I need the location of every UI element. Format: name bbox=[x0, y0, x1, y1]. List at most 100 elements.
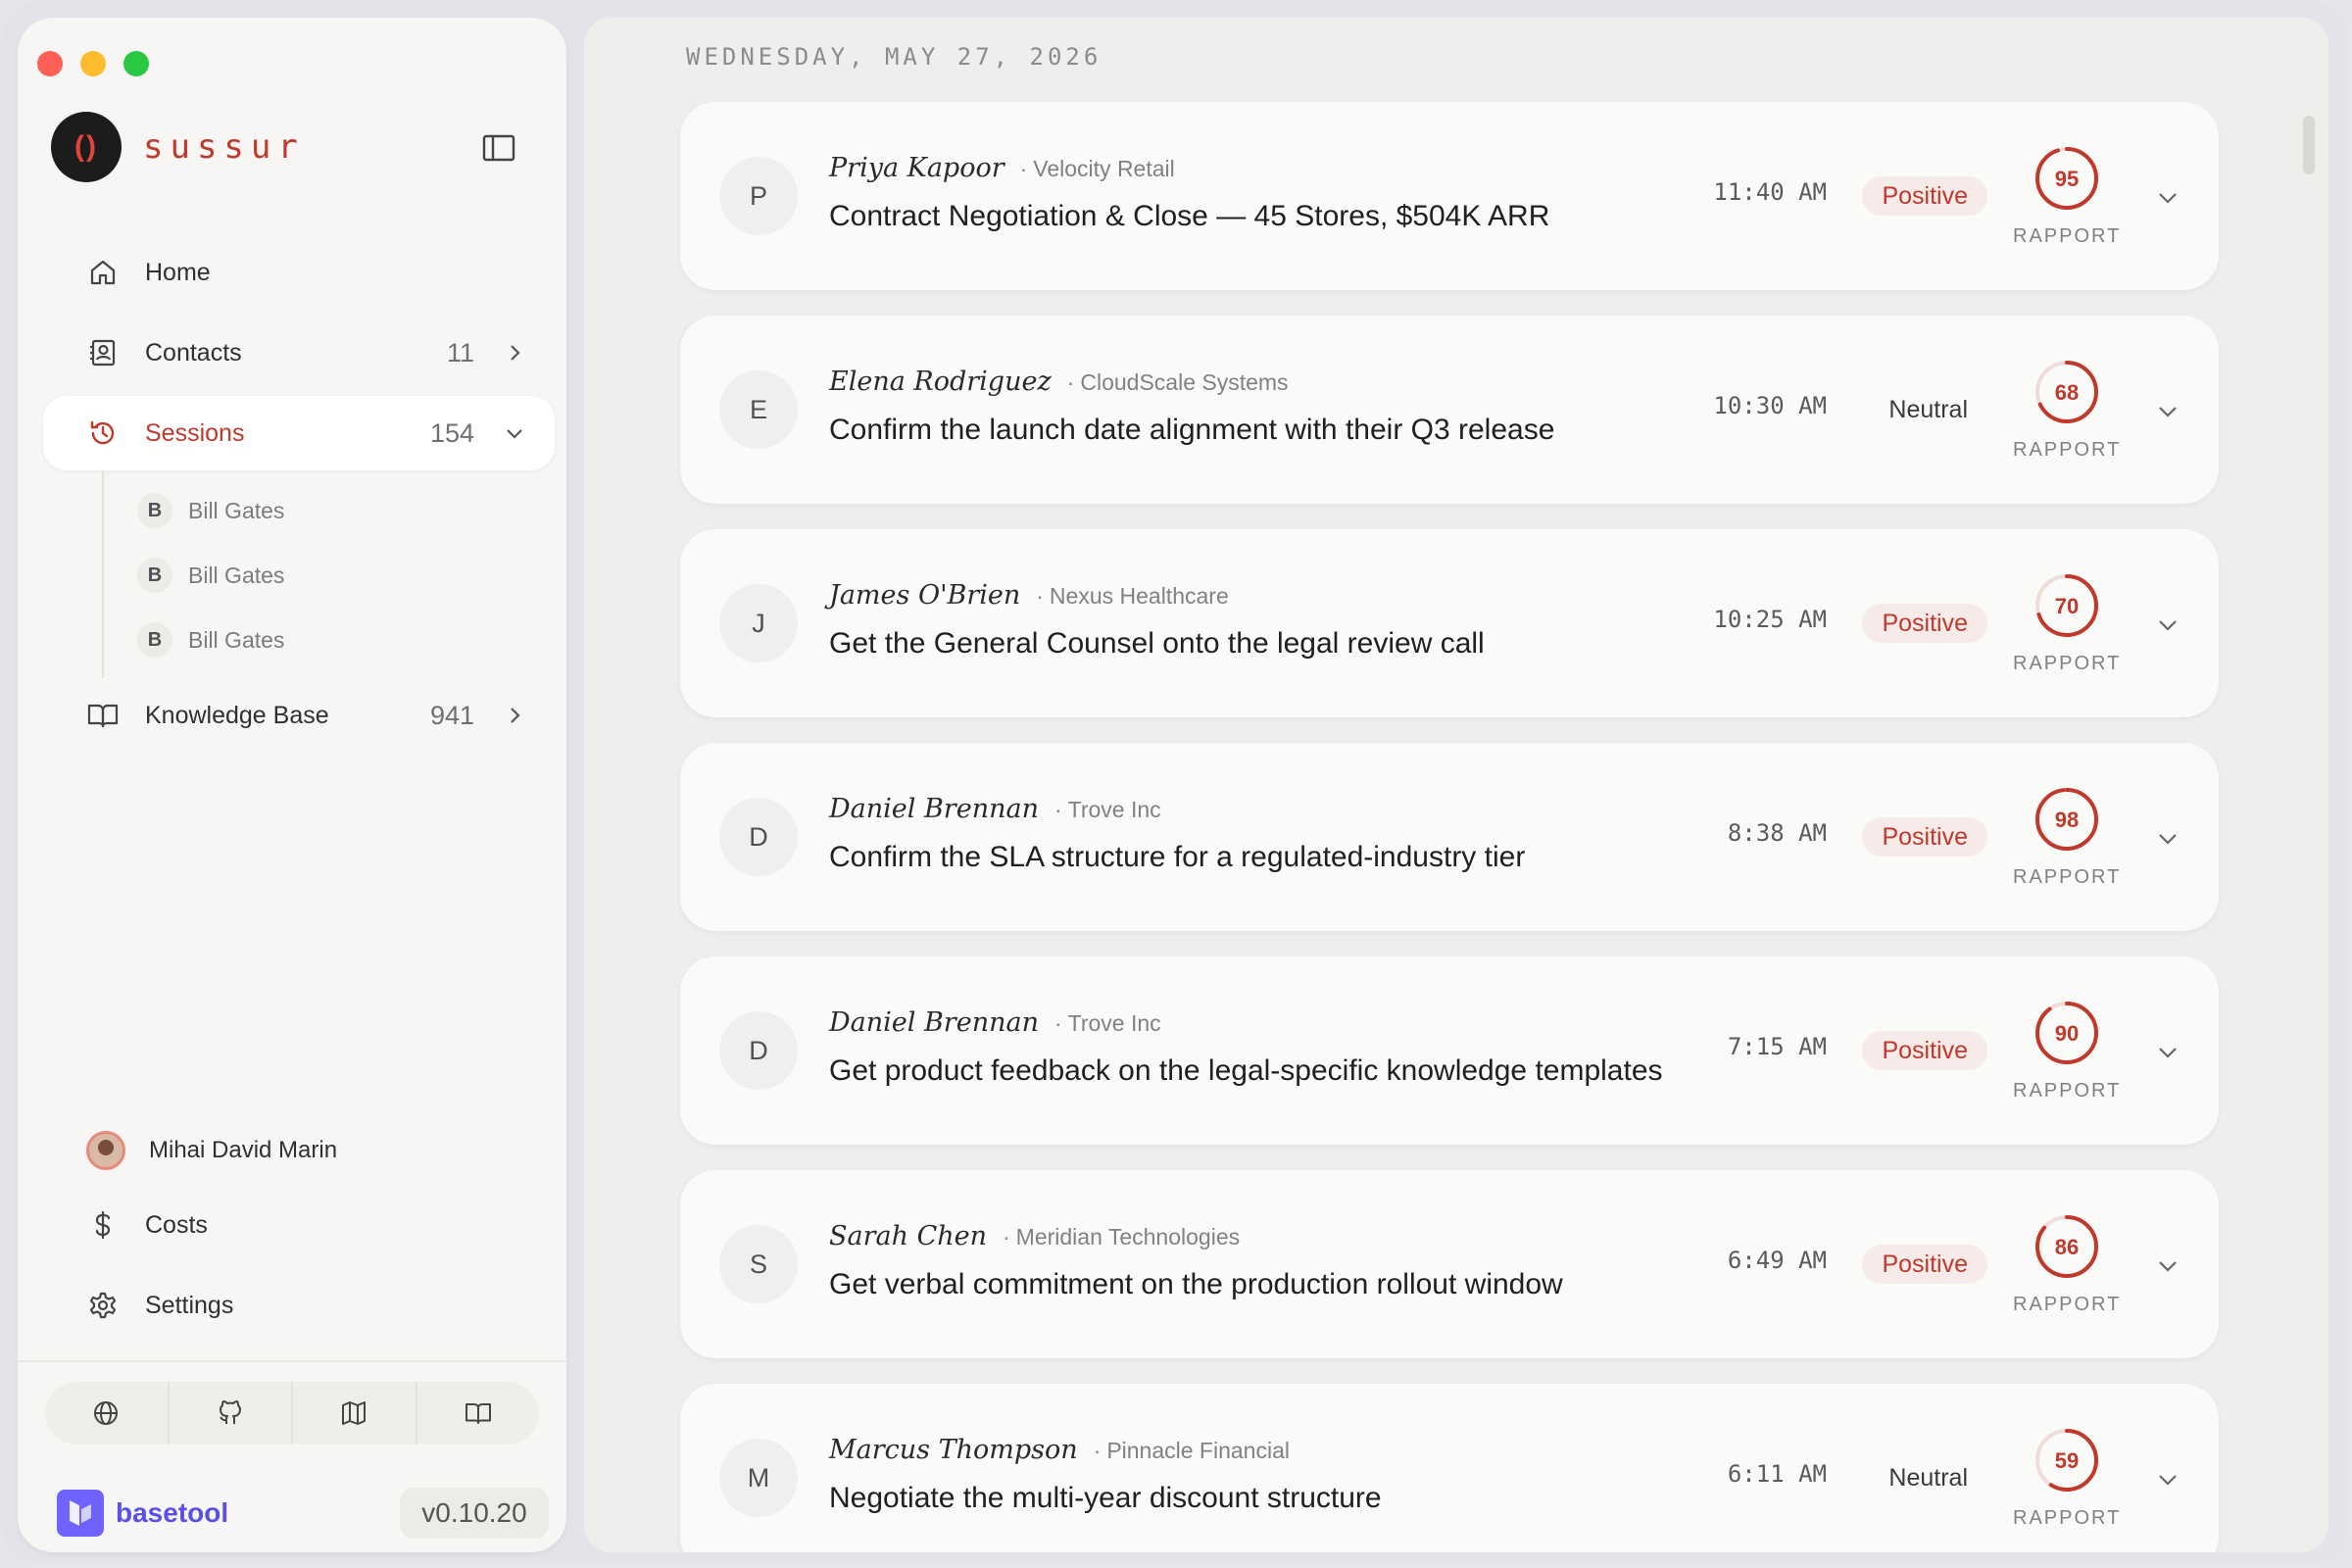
sentiment-badge: Positive bbox=[1862, 817, 1987, 857]
session-card[interactable]: D Daniel Brennan Trove Inc Confirm the S… bbox=[680, 743, 2219, 931]
contact-initial: D bbox=[719, 1011, 798, 1090]
app-name: sussur bbox=[143, 127, 305, 167]
chevron-down-icon[interactable] bbox=[2156, 1254, 2180, 1278]
contact-initial: D bbox=[719, 798, 798, 876]
github-button[interactable] bbox=[170, 1382, 293, 1445]
maximize-window-button[interactable] bbox=[123, 51, 149, 76]
rapport-value: 95 bbox=[2055, 167, 2079, 191]
nav-item-home[interactable]: Home bbox=[43, 235, 555, 310]
vendor-brand[interactable]: basetool bbox=[57, 1490, 228, 1537]
sub-item-initial: B bbox=[137, 622, 172, 658]
chevron-down-icon[interactable] bbox=[2156, 613, 2180, 637]
rapport-ring: 98 bbox=[2035, 788, 2098, 851]
nav-item-contacts[interactable]: Contacts 11 bbox=[43, 316, 555, 390]
contacts-icon bbox=[86, 336, 120, 369]
session-card[interactable]: S Sarah Chen Meridian Technologies Get v… bbox=[680, 1170, 2219, 1358]
session-card[interactable]: D Daniel Brennan Trove Inc Get product f… bbox=[680, 956, 2219, 1145]
nav-item-knowledge-base[interactable]: Knowledge Base 941 bbox=[43, 678, 555, 753]
sub-item-session[interactable]: B Bill Gates bbox=[104, 478, 555, 543]
globe-icon bbox=[94, 1401, 119, 1425]
version-badge: v0.10.20 bbox=[400, 1488, 549, 1539]
session-participant: Daniel Brennan Trove Inc bbox=[829, 1007, 1161, 1038]
session-card[interactable]: E Elena Rodriguez CloudScale Systems Con… bbox=[680, 316, 2219, 504]
chevron-right-icon[interactable] bbox=[504, 705, 525, 726]
company-name: Pinnacle Financial bbox=[1094, 1438, 1290, 1464]
chevron-down-icon[interactable] bbox=[2156, 1041, 2180, 1064]
contact-name: Sarah Chen bbox=[829, 1221, 987, 1251]
minimize-window-button[interactable] bbox=[80, 51, 106, 76]
user-name: Mihai David Marin bbox=[149, 1137, 338, 1163]
sentiment-badge: Neutral bbox=[1888, 395, 1968, 423]
nav-item-settings[interactable]: Settings bbox=[43, 1268, 555, 1343]
contact-name: James O'Brien bbox=[829, 580, 1021, 611]
book-open-icon bbox=[86, 699, 120, 732]
session-card[interactable]: M Marcus Thompson Pinnacle Financial Neg… bbox=[680, 1384, 2219, 1552]
close-window-button[interactable] bbox=[37, 51, 63, 76]
company-name: CloudScale Systems bbox=[1067, 369, 1288, 396]
sub-item-session[interactable]: B Bill Gates bbox=[104, 608, 555, 672]
session-title: Confirm the SLA structure for a regulate… bbox=[829, 841, 1526, 873]
sub-item-label: Bill Gates bbox=[188, 497, 285, 523]
chevron-down-icon[interactable] bbox=[2156, 1468, 2180, 1492]
session-time: 6:11 AM bbox=[1727, 1460, 1827, 1488]
date-heading: WEDNESDAY, MAY 27, 2026 bbox=[686, 43, 1102, 71]
chevron-down-icon[interactable] bbox=[2156, 400, 2180, 423]
company-name: Meridian Technologies bbox=[1003, 1224, 1240, 1250]
contact-name: Priya Kapoor bbox=[829, 153, 1004, 183]
rapport-value: 90 bbox=[2055, 1021, 2079, 1046]
session-card[interactable]: P Priya Kapoor Velocity Retail Contract … bbox=[680, 102, 2219, 290]
sentiment-badge: Positive bbox=[1862, 604, 1987, 643]
nav-item-sessions[interactable]: Sessions 154 bbox=[43, 396, 555, 470]
chevron-right-icon[interactable] bbox=[504, 342, 525, 364]
rapport-value: 98 bbox=[2055, 808, 2079, 832]
rapport-label: RAPPORT bbox=[2013, 439, 2122, 461]
rapport-value: 70 bbox=[2055, 594, 2079, 618]
docs-button[interactable] bbox=[417, 1382, 540, 1445]
brand[interactable]: () sussur bbox=[51, 112, 305, 182]
rapport-label: RAPPORT bbox=[2013, 225, 2122, 247]
company-name: Nexus Healthcare bbox=[1036, 583, 1229, 610]
rapport-score: 95 RAPPORT bbox=[2013, 143, 2121, 248]
nav-label-knowledge-base: Knowledge Base bbox=[145, 701, 329, 729]
scrollbar[interactable] bbox=[2303, 116, 2315, 174]
avatar bbox=[86, 1131, 125, 1170]
session-title: Contract Negotiation & Close — 45 Stores… bbox=[829, 200, 1550, 232]
sessions-subnav: B Bill Gates B Bill Gates B Bill Gates bbox=[102, 470, 555, 678]
contact-name: Daniel Brennan bbox=[829, 1007, 1039, 1038]
session-time: 8:38 AM bbox=[1727, 819, 1827, 847]
sub-item-session[interactable]: B Bill Gates bbox=[104, 543, 555, 608]
user-profile[interactable]: Mihai David Marin bbox=[43, 1113, 555, 1188]
session-time: 7:15 AM bbox=[1727, 1033, 1827, 1060]
chevron-down-icon[interactable] bbox=[2156, 827, 2180, 851]
divider bbox=[18, 1360, 566, 1362]
rapport-score: 86 RAPPORT bbox=[2013, 1211, 2121, 1316]
sentiment-badge: Positive bbox=[1862, 1245, 1987, 1284]
session-time: 11:40 AM bbox=[1713, 178, 1827, 206]
nav-item-costs[interactable]: Costs bbox=[43, 1188, 555, 1262]
rapport-ring: 68 bbox=[2035, 361, 2098, 423]
sidebar-footer-nav: Mihai David Marin Costs Settings bbox=[43, 1113, 555, 1343]
session-time: 10:25 AM bbox=[1713, 606, 1827, 633]
window-controls bbox=[37, 51, 149, 76]
nav-label-home: Home bbox=[145, 258, 211, 286]
sidebar-toggle-icon[interactable] bbox=[482, 133, 515, 163]
rapport-score: 68 RAPPORT bbox=[2013, 357, 2121, 462]
globe-button[interactable] bbox=[45, 1382, 170, 1445]
sidebar: () sussur Home Contacts 11 Sessions 154 … bbox=[18, 18, 566, 1552]
chevron-down-icon[interactable] bbox=[504, 422, 525, 444]
book-icon bbox=[465, 1403, 491, 1424]
contact-name: Elena Rodriguez bbox=[829, 367, 1052, 397]
sentiment-badge: Neutral bbox=[1888, 1463, 1968, 1492]
map-icon bbox=[342, 1401, 367, 1425]
nav-label-costs: Costs bbox=[145, 1210, 208, 1239]
chevron-down-icon[interactable] bbox=[2156, 186, 2180, 210]
session-card[interactable]: J James O'Brien Nexus Healthcare Get the… bbox=[680, 529, 2219, 717]
contact-name: Daniel Brennan bbox=[829, 794, 1039, 824]
rapport-ring: 95 bbox=[2035, 147, 2098, 210]
main-nav: Home Contacts 11 Sessions 154 B Bill Gat… bbox=[43, 235, 555, 753]
session-list: P Priya Kapoor Velocity Retail Contract … bbox=[680, 102, 2219, 1552]
session-participant: Sarah Chen Meridian Technologies bbox=[829, 1221, 1240, 1251]
contact-initial: E bbox=[719, 370, 798, 449]
contact-initial: S bbox=[719, 1225, 798, 1303]
map-button[interactable] bbox=[293, 1382, 417, 1445]
